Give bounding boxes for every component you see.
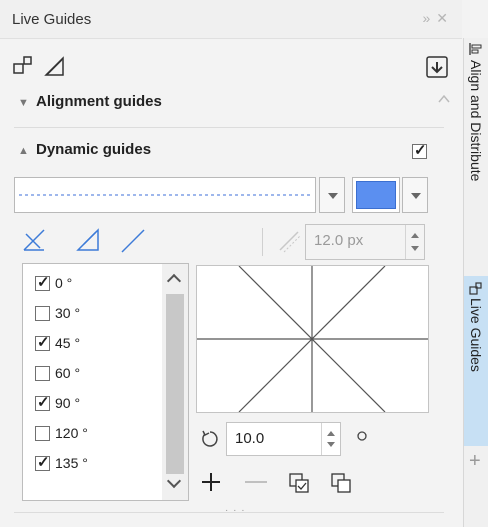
offset-spinbox[interactable]: 12.0 px bbox=[305, 224, 425, 260]
divider bbox=[14, 512, 444, 513]
dashed-line-preview bbox=[19, 194, 311, 196]
panel-titlebar: Live Guides »✕ bbox=[0, 0, 462, 39]
scroll-down-icon[interactable] bbox=[166, 473, 182, 489]
section-label: Alignment guides bbox=[36, 93, 162, 110]
snap-angle-icon[interactable] bbox=[42, 54, 68, 80]
angle-label: 60 ° bbox=[55, 365, 81, 381]
select-all-icon[interactable] bbox=[288, 472, 310, 494]
line-style-dropdown[interactable] bbox=[14, 177, 316, 213]
deselect-all-icon[interactable] bbox=[330, 472, 352, 494]
angle-label: 45 ° bbox=[55, 335, 81, 351]
live-guides-icon bbox=[469, 282, 482, 295]
rotation-spinbox[interactable]: 10.0 bbox=[226, 422, 341, 456]
list-scrollbar[interactable] bbox=[162, 264, 188, 500]
angle-checkbox[interactable] bbox=[35, 333, 50, 351]
angle-checkbox[interactable] bbox=[35, 306, 50, 321]
degree-circle-icon bbox=[357, 431, 367, 441]
add-angle-icon[interactable] bbox=[199, 470, 223, 494]
guide-line-icon[interactable] bbox=[118, 226, 148, 256]
collapse-panel-icon[interactable]: » bbox=[422, 10, 436, 26]
remove-angle-icon bbox=[245, 481, 267, 483]
import-settings-icon[interactable] bbox=[424, 54, 450, 80]
live-guides-panel: Live Guides »✕ ▼ Alignment guides ▲ Dynami… bbox=[0, 0, 462, 527]
angle-label: 90 ° bbox=[55, 395, 81, 411]
scroll-thumb[interactable] bbox=[166, 294, 184, 474]
angle-checkbox[interactable] bbox=[35, 366, 50, 381]
align-icon bbox=[469, 43, 482, 55]
dynamic-guides-checkbox[interactable] bbox=[412, 141, 427, 159]
close-icon[interactable]: ✕ bbox=[436, 10, 454, 26]
scroll-up-icon[interactable] bbox=[166, 273, 182, 289]
tab-label: Live Guides bbox=[468, 298, 484, 372]
section-dynamic-guides[interactable]: ▲ Dynamic guides bbox=[18, 141, 151, 171]
resize-handle[interactable]: · · · bbox=[225, 505, 246, 516]
rotation-value: 10.0 bbox=[235, 430, 265, 447]
color-dropdown-arrow[interactable] bbox=[402, 177, 428, 213]
angle-checkbox[interactable] bbox=[35, 393, 50, 411]
color-swatch bbox=[356, 181, 396, 209]
angle-checkbox[interactable] bbox=[35, 273, 50, 291]
angle-label: 120 ° bbox=[55, 425, 88, 441]
angle-label: 0 ° bbox=[55, 275, 73, 291]
rotation-spin-arrows[interactable] bbox=[321, 423, 340, 455]
vertical-divider bbox=[262, 228, 263, 256]
guide-angle-icon[interactable] bbox=[20, 226, 50, 256]
rotate-icon bbox=[202, 430, 218, 447]
panel-title: Live Guides bbox=[12, 11, 92, 28]
offset-value: 12.0 px bbox=[314, 232, 364, 249]
offset-disabled-icon bbox=[279, 231, 301, 253]
angle-label: 30 ° bbox=[55, 305, 81, 321]
guide-color-picker[interactable] bbox=[352, 177, 400, 213]
divider bbox=[14, 127, 444, 128]
tab-live-guides[interactable]: Live Guides bbox=[464, 276, 488, 446]
docker-tabs: Align and Distribute Live Guides + bbox=[463, 38, 488, 527]
angle-checkbox[interactable] bbox=[35, 453, 50, 471]
section-alignment-guides[interactable]: ▼ Alignment guides bbox=[18, 93, 162, 123]
expanded-triangle-icon: ▲ bbox=[18, 145, 29, 157]
section-label: Dynamic guides bbox=[36, 141, 152, 158]
panel-toolbar bbox=[0, 48, 462, 88]
snap-nodes-icon[interactable] bbox=[10, 54, 36, 80]
line-style-dropdown-arrow[interactable] bbox=[319, 177, 345, 213]
tab-label: Align and Distribute bbox=[468, 60, 484, 182]
collapsed-triangle-icon: ▼ bbox=[18, 97, 29, 109]
angle-preview-lines bbox=[197, 265, 428, 413]
angle-label: 135 ° bbox=[55, 455, 88, 471]
offset-spin-arrows[interactable] bbox=[405, 225, 424, 259]
add-docker-button[interactable]: + bbox=[469, 450, 481, 473]
angle-checkbox[interactable] bbox=[35, 426, 50, 441]
titlebar-buttons: »✕ bbox=[422, 10, 454, 27]
scroll-up-chevron-icon[interactable] bbox=[438, 94, 450, 104]
guide-extension-icon[interactable] bbox=[74, 226, 104, 256]
angles-list[interactable]: 0 ° 30 ° 45 ° 60 ° 90 ° 120 ° 135 ° — bbox=[22, 263, 189, 501]
angle-preview bbox=[196, 265, 429, 413]
tab-align-and-distribute[interactable]: Align and Distribute bbox=[464, 38, 488, 272]
